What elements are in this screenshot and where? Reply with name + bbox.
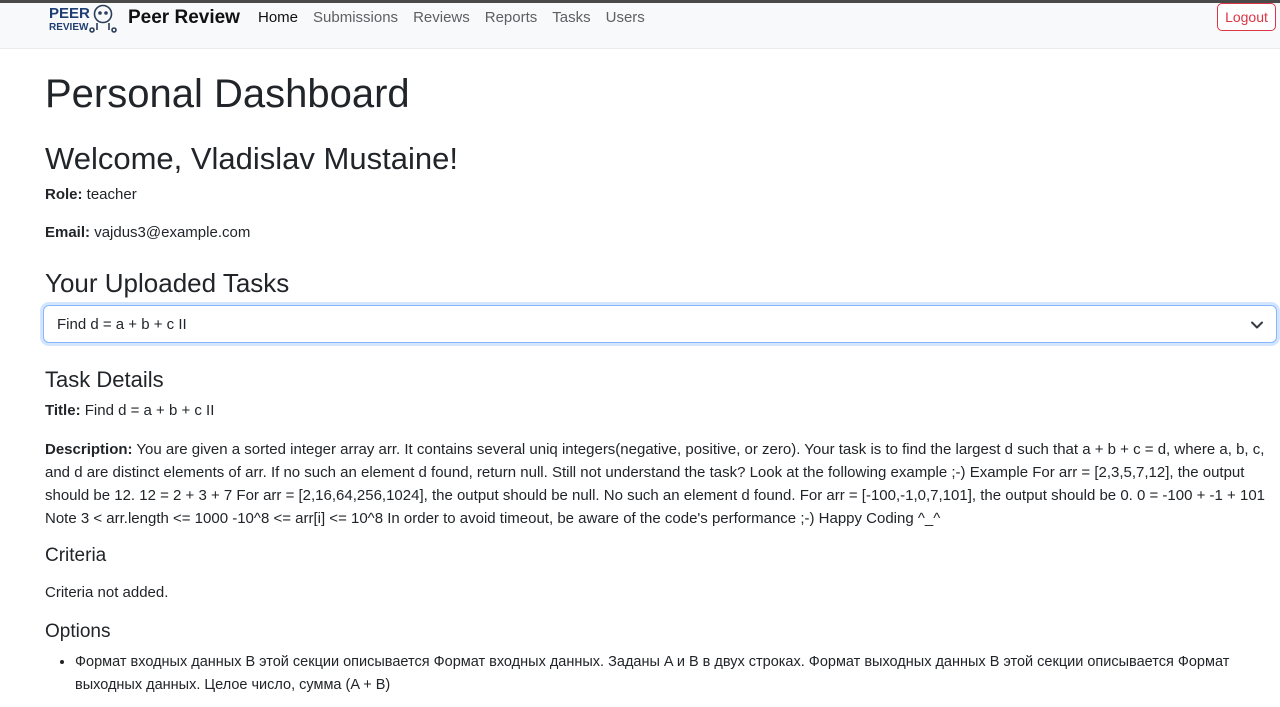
task-description: Description: You are given a sorted inte… — [45, 438, 1270, 530]
task-select-value: Find d = a + b + c II — [57, 316, 187, 333]
task-title-line: Title: Find d = a + b + c II — [45, 400, 214, 422]
nav-link-users[interactable]: Users — [606, 7, 645, 29]
page-title: Personal Dashboard — [45, 72, 410, 116]
brand-link[interactable]: Peer Review — [128, 7, 240, 29]
nav-link-submissions[interactable]: Submissions — [313, 7, 398, 29]
task-details-heading: Task Details — [45, 367, 164, 392]
task-title-label: Title: — [45, 402, 81, 419]
role-value: teacher — [86, 186, 137, 203]
options-list: Формат входных данных В этой секции опис… — [45, 651, 1270, 697]
nav-link-tasks[interactable]: Tasks — [552, 7, 590, 29]
nav-link-reviews[interactable]: Reviews — [413, 7, 470, 29]
chevron-down-icon — [1251, 321, 1263, 329]
logo-text-bottom: REVIEW — [49, 22, 89, 33]
welcome-heading: Welcome, Vladislav Mustaine! — [45, 141, 458, 176]
role-label: Role: — [45, 186, 83, 203]
logout-button[interactable]: Logout — [1217, 3, 1276, 31]
task-select[interactable]: Find d = a + b + c II — [43, 305, 1277, 343]
description-label: Description: — [45, 441, 133, 458]
nav-link-reports[interactable]: Reports — [485, 7, 538, 29]
option-item: Формат входных данных В этой секции опис… — [75, 651, 1270, 697]
description-text: You are given a sorted integer array arr… — [45, 441, 1266, 527]
role-line: Role: teacher — [45, 184, 137, 206]
navbar: PEER REVIEW Peer Review Home Submissions… — [0, 3, 1280, 49]
nav-link-home[interactable]: Home — [258, 7, 298, 29]
email-line: Email: vajdus3@example.com — [45, 222, 250, 244]
peer-review-logo-icon[interactable]: PEER REVIEW — [48, 3, 120, 35]
criteria-heading: Criteria — [45, 545, 107, 566]
email-value: vajdus3@example.com — [94, 224, 251, 241]
logo-text-top: PEER — [49, 5, 90, 22]
reviewer-figure-icon — [89, 4, 117, 33]
criteria-text: Criteria not added. — [45, 584, 169, 601]
email-label: Email: — [45, 224, 91, 241]
main-nav: Home Submissions Reviews Reports Tasks U… — [258, 7, 660, 29]
task-title-value: Find d = a + b + c II — [84, 402, 215, 419]
uploaded-tasks-heading: Your Uploaded Tasks — [45, 268, 290, 298]
options-heading: Options — [45, 621, 111, 642]
